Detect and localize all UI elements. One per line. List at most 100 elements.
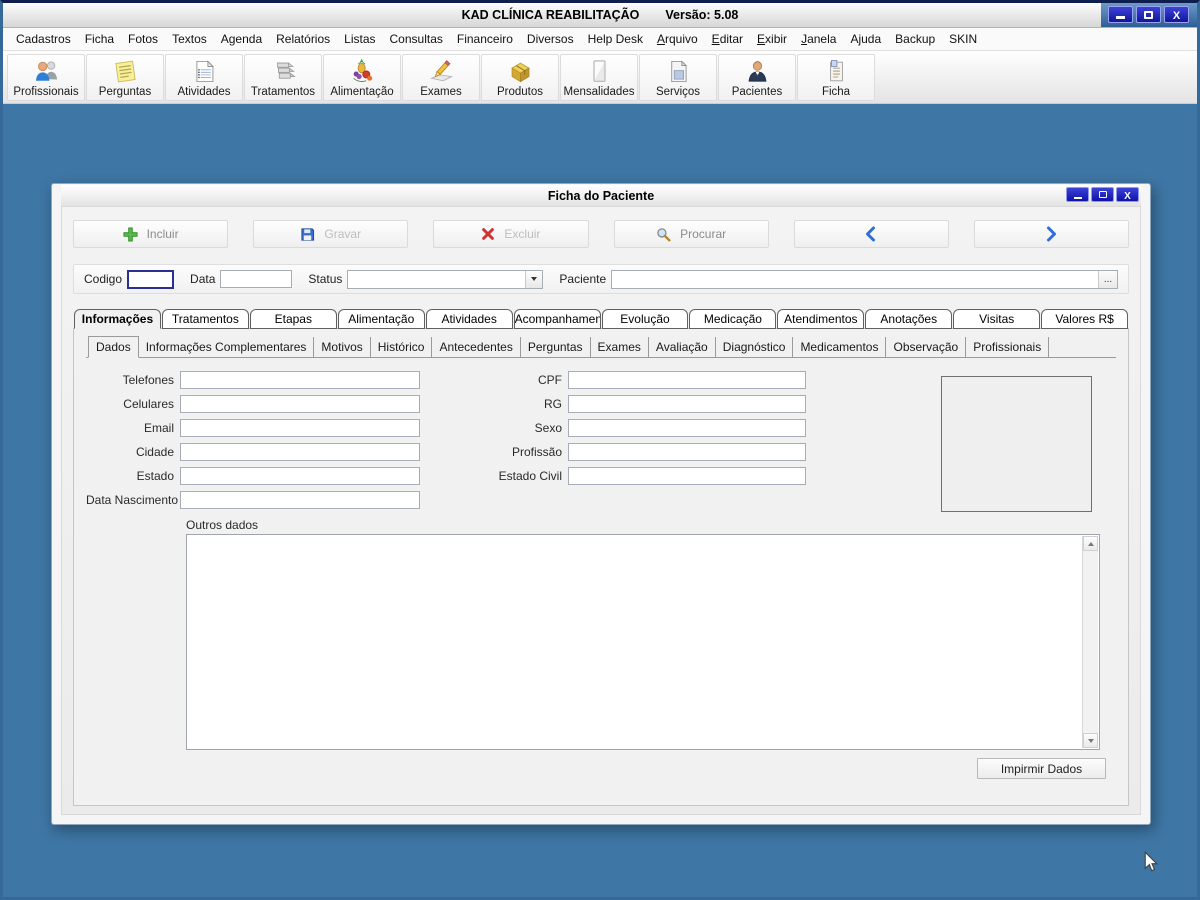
- subtab-observacao[interactable]: Observação: [886, 337, 966, 357]
- tab-evolucao[interactable]: Evolução: [602, 309, 689, 329]
- toolbar-button-atividades[interactable]: Atividades: [165, 54, 243, 101]
- tab-visitas[interactable]: Visitas: [953, 309, 1040, 329]
- toolbar-button-produtos[interactable]: Produtos: [481, 54, 559, 101]
- tab-valores-rs[interactable]: Valores R$: [1041, 309, 1128, 329]
- outros-dados-label: Outros dados: [186, 518, 1116, 532]
- dialog-maximize-icon[interactable]: [1091, 187, 1114, 202]
- toolbar-label: Pacientes: [732, 86, 783, 98]
- actions-row: Incluir Gravar Excluir: [73, 220, 1129, 248]
- menu-item-arquivo[interactable]: Arquivo: [650, 29, 705, 49]
- menu-item-skin[interactable]: SKIN: [942, 29, 984, 49]
- toolbar-button-pacientes[interactable]: Pacientes: [718, 54, 796, 101]
- subtab-diagnostico[interactable]: Diagnóstico: [716, 337, 794, 357]
- tab-atendimentos[interactable]: Atendimentos: [777, 309, 864, 329]
- tab-tratamentos[interactable]: Tratamentos: [162, 309, 249, 329]
- sexo-input[interactable]: [568, 419, 806, 437]
- scroll-down-icon[interactable]: [1083, 733, 1098, 748]
- toolbar-label: Tratamentos: [251, 86, 315, 98]
- celulares-input[interactable]: [180, 395, 420, 413]
- close-icon[interactable]: [1164, 6, 1189, 23]
- dialog-minimize-icon[interactable]: [1066, 187, 1089, 202]
- incluir-button[interactable]: Incluir: [73, 220, 228, 248]
- toolbar-button-tratamentos[interactable]: Tratamentos: [244, 54, 322, 101]
- dialog-titlebar[interactable]: Ficha do Paciente: [61, 185, 1141, 206]
- menu-item-ficha[interactable]: Ficha: [78, 29, 121, 49]
- subtab-medicamentos[interactable]: Medicamentos: [793, 337, 886, 357]
- window-controls: [1105, 6, 1189, 23]
- subtab-historico[interactable]: Histórico: [371, 337, 433, 357]
- imprimir-dados-button[interactable]: Impirmir Dados: [977, 758, 1106, 779]
- menu-item-exibir[interactable]: Exibir: [750, 29, 794, 49]
- menu-item-diversos[interactable]: Diversos: [520, 29, 581, 49]
- status-dropdown-button[interactable]: [525, 271, 542, 288]
- menu-item-fotos[interactable]: Fotos: [121, 29, 165, 49]
- sexo-label: Sexo: [486, 421, 568, 435]
- outros-dados-textarea[interactable]: [186, 534, 1100, 750]
- gravar-button[interactable]: Gravar: [253, 220, 408, 248]
- menu-item-janela[interactable]: Janela: [794, 29, 843, 49]
- scroll-up-icon[interactable]: [1083, 536, 1098, 551]
- status-value-input[interactable]: [348, 271, 525, 288]
- subtab-motivos[interactable]: Motivos: [314, 337, 370, 357]
- tab-informacoes[interactable]: Informações: [74, 309, 161, 329]
- cpf-input[interactable]: [568, 371, 806, 389]
- tab-medicacao[interactable]: Medicação: [689, 309, 776, 329]
- status-combobox[interactable]: [347, 270, 543, 289]
- toolbar-label: Produtos: [497, 86, 543, 98]
- subtab-perguntas[interactable]: Perguntas: [521, 337, 591, 357]
- telefones-input[interactable]: [180, 371, 420, 389]
- estado-civil-input[interactable]: [568, 467, 806, 485]
- data-nascimento-label: Data Nascimento: [86, 493, 180, 507]
- tab-atividades[interactable]: Atividades: [426, 309, 513, 329]
- subtab-dados[interactable]: Dados: [88, 336, 139, 358]
- estado-input[interactable]: [180, 467, 420, 485]
- rg-input[interactable]: [568, 395, 806, 413]
- cidade-input[interactable]: [180, 443, 420, 461]
- data-input[interactable]: [220, 270, 292, 288]
- codigo-input[interactable]: [127, 270, 174, 289]
- tab-anotacoes[interactable]: Anotações: [865, 309, 952, 329]
- menu-item-relatorios[interactable]: Relatórios: [269, 29, 337, 49]
- minimize-icon[interactable]: [1108, 6, 1133, 23]
- profissao-input[interactable]: [568, 443, 806, 461]
- data-nascimento-input[interactable]: [180, 491, 420, 509]
- toolbar-button-ficha[interactable]: Ficha: [797, 54, 875, 101]
- toolbar-button-alimentacao[interactable]: Alimentação: [323, 54, 401, 101]
- menu-item-ajuda[interactable]: Ajuda: [843, 29, 888, 49]
- subtab-profissionais[interactable]: Profissionais: [966, 337, 1049, 357]
- menu-item-consultas[interactable]: Consultas: [383, 29, 450, 49]
- menu-item-backup[interactable]: Backup: [888, 29, 942, 49]
- status-label: Status: [308, 272, 342, 286]
- paciente-input[interactable]: [612, 271, 1098, 288]
- subtab-antecedentes[interactable]: Antecedentes: [432, 337, 520, 357]
- toolbar-button-exames[interactable]: Exames: [402, 54, 480, 101]
- toolbar-button-perguntas[interactable]: Perguntas: [86, 54, 164, 101]
- menu-item-agenda[interactable]: Agenda: [214, 29, 269, 49]
- menu-item-listas[interactable]: Listas: [337, 29, 382, 49]
- subtab-avaliacao[interactable]: Avaliação: [649, 337, 716, 357]
- paciente-browse-button[interactable]: ...: [1098, 271, 1117, 288]
- menu-item-financeiro[interactable]: Financeiro: [450, 29, 520, 49]
- record-sheet-icon: [823, 58, 850, 86]
- subtab-informacoes-complementares[interactable]: Informações Complementares: [139, 337, 315, 357]
- procurar-button[interactable]: Procurar: [614, 220, 769, 248]
- tab-etapas[interactable]: Etapas: [250, 309, 337, 329]
- vertical-scrollbar[interactable]: [1082, 536, 1098, 748]
- menu-item-textos[interactable]: Textos: [165, 29, 214, 49]
- menu-item-editar[interactable]: Editar: [705, 29, 750, 49]
- subtab-exames[interactable]: Exames: [591, 337, 649, 357]
- next-record-button[interactable]: [974, 220, 1129, 248]
- menu-item-cadastros[interactable]: Cadastros: [9, 29, 78, 49]
- toolbar-button-mensalidades[interactable]: Mensalidades: [560, 54, 638, 101]
- toolbar-button-servicos[interactable]: Serviços: [639, 54, 717, 101]
- menu-item-help-desk[interactable]: Help Desk: [581, 29, 650, 49]
- excluir-button[interactable]: Excluir: [433, 220, 588, 248]
- dialog-close-icon[interactable]: [1116, 187, 1139, 202]
- tab-acompanhamento[interactable]: Acompanhamento: [514, 309, 601, 329]
- toolbar-button-profissionais[interactable]: Profissionais: [7, 54, 85, 101]
- tab-alimentacao[interactable]: Alimentação: [338, 309, 425, 329]
- chevron-right-icon: [1043, 226, 1059, 242]
- previous-record-button[interactable]: [794, 220, 949, 248]
- maximize-icon[interactable]: [1136, 6, 1161, 23]
- email-input[interactable]: [180, 419, 420, 437]
